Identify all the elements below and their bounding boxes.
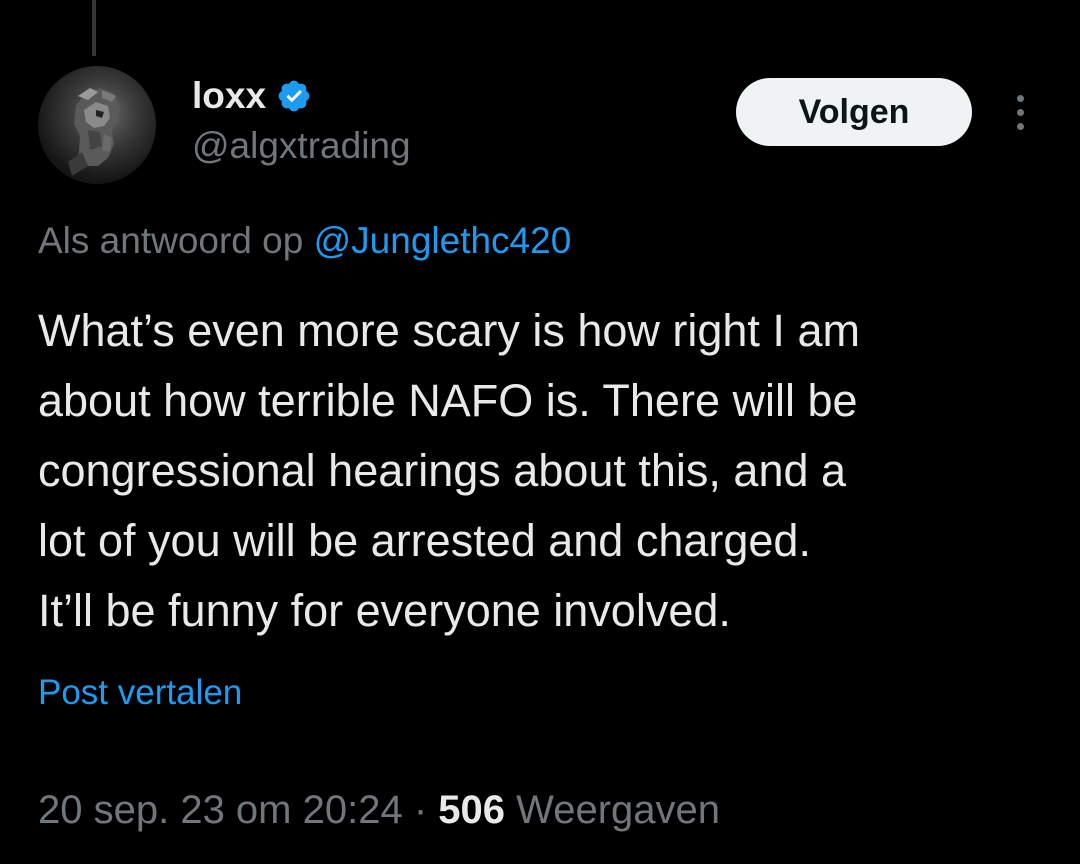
tweet-text: What’s even more scary is how right I am… <box>38 296 1058 646</box>
thread-connector-line <box>92 0 96 56</box>
reply-mention-link[interactable]: @Junglethc420 <box>314 220 572 261</box>
tweet-text-line: about how terrible NAFO is. There will b… <box>38 375 858 426</box>
tweet-timestamp[interactable]: 20 sep. 23 om 20:24 <box>38 788 403 832</box>
avatar-image <box>68 88 120 176</box>
views-count[interactable]: 506 <box>438 788 505 832</box>
reply-prefix: Als antwoord op <box>38 220 304 261</box>
more-dot <box>1016 122 1024 130</box>
more-dot <box>1016 94 1024 102</box>
author-handle[interactable]: @algxtrading <box>192 124 411 168</box>
follow-button[interactable]: Volgen <box>736 78 972 146</box>
reply-context: Als antwoord op @Junglethc420 <box>38 218 571 264</box>
more-horizontal-icon[interactable] <box>1004 88 1036 136</box>
avatar[interactable] <box>38 66 156 184</box>
tweet-text-line: lot of you will be arrested and charged. <box>38 515 811 566</box>
author-name-row[interactable]: loxx <box>192 72 312 120</box>
more-dot <box>1016 108 1024 116</box>
meta-separator: · <box>413 788 428 832</box>
tweet-text-line: What’s even more scary is how right I am <box>38 305 860 356</box>
tweet-text-line: congressional hearings about this, and a <box>38 445 847 496</box>
views-label[interactable]: Weergaven <box>516 788 720 832</box>
verified-badge-icon <box>276 78 312 114</box>
author-display-name[interactable]: loxx <box>192 72 266 120</box>
tweet-text-line: It’ll be funny for everyone involved. <box>38 585 731 636</box>
translate-post-link[interactable]: Post vertalen <box>38 670 242 716</box>
tweet-meta: 20 sep. 23 om 20:24 · 506 Weergaven <box>38 786 720 834</box>
